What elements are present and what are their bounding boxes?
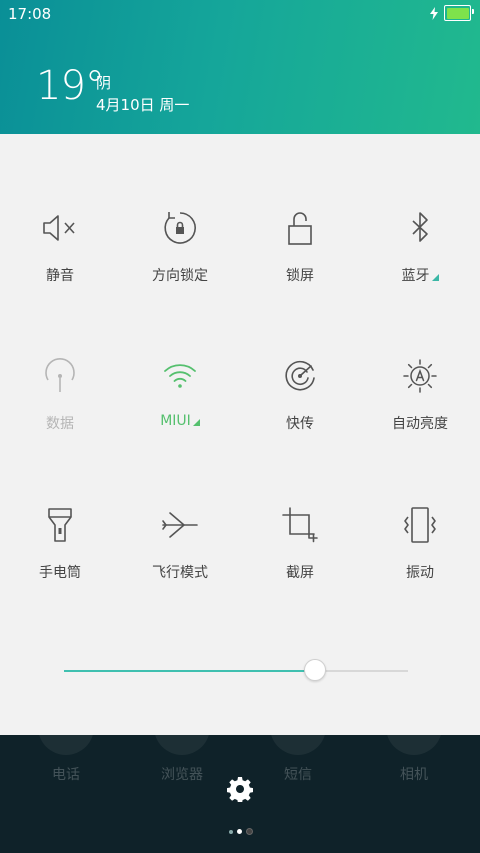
settings-gear-icon[interactable] bbox=[227, 776, 253, 802]
toggle-label: 锁屏 bbox=[286, 268, 314, 284]
toggle-label: 方向锁定 bbox=[152, 268, 208, 284]
phone-app-icon bbox=[38, 699, 94, 755]
brightness-slider-fill bbox=[64, 670, 316, 672]
toggle-bluetooth[interactable]: 蓝牙 bbox=[360, 208, 480, 318]
toggle-label: MIUI bbox=[160, 413, 200, 429]
toggle-screenshot[interactable]: 截屏 bbox=[240, 505, 360, 615]
quick-settings-panel: 静音 方向锁定 锁屏 蓝牙 数据 MIUI 快传 自动亮度 手电筒 飞行模式 截… bbox=[0, 134, 480, 735]
dock-app-label: 浏览器 bbox=[161, 767, 203, 783]
auto-brightness-icon bbox=[400, 356, 440, 396]
dock-app-label: 短信 bbox=[284, 767, 312, 783]
brightness-slider-thumb[interactable] bbox=[304, 659, 327, 681]
browser-app-icon bbox=[154, 699, 210, 755]
mobile-data-icon bbox=[40, 356, 80, 396]
screenshot-crop-icon bbox=[280, 505, 320, 545]
weather-date: 4月10日 周一 bbox=[96, 96, 190, 114]
toggle-label: 快传 bbox=[286, 416, 314, 432]
toggle-auto-brightness[interactable]: 自动亮度 bbox=[360, 356, 480, 466]
toggle-vibrate[interactable]: 振动 bbox=[360, 505, 480, 615]
dock-app-messages[interactable]: 短信 bbox=[238, 699, 358, 784]
bluetooth-icon bbox=[400, 208, 440, 248]
brightness-slider[interactable] bbox=[64, 659, 408, 681]
status-icons bbox=[430, 5, 474, 21]
dock-app-label: 电话 bbox=[52, 767, 80, 783]
more-options-indicator bbox=[431, 274, 439, 281]
toggle-label: 手电筒 bbox=[39, 565, 81, 581]
toggle-lock-screen[interactable]: 锁屏 bbox=[240, 208, 360, 318]
status-time: 17:08 bbox=[8, 5, 52, 23]
toggle-flashlight[interactable]: 手电筒 bbox=[0, 505, 120, 615]
toggle-mute[interactable]: 静音 bbox=[0, 208, 120, 318]
page-dot bbox=[229, 829, 233, 834]
dock-app-camera[interactable]: 相机 bbox=[354, 699, 474, 784]
messages-app-icon bbox=[270, 699, 326, 755]
toggle-label: 振动 bbox=[406, 565, 434, 581]
flashlight-icon bbox=[40, 505, 80, 545]
dock-app-browser[interactable]: 浏览器 bbox=[122, 699, 242, 784]
airplane-icon bbox=[160, 505, 200, 545]
toggle-rotation-lock[interactable]: 方向锁定 bbox=[120, 208, 240, 318]
page-dot-current bbox=[237, 829, 242, 834]
toggle-label: 飞行模式 bbox=[152, 565, 208, 581]
rotation-lock-icon bbox=[160, 208, 200, 248]
dock-app-label: 相机 bbox=[400, 767, 428, 783]
vibrate-icon bbox=[400, 505, 440, 545]
charging-bolt-icon bbox=[430, 6, 438, 20]
page-dot bbox=[246, 828, 253, 835]
more-options-indicator bbox=[192, 419, 200, 426]
camera-app-icon bbox=[386, 699, 442, 755]
toggle-mobile-data[interactable]: 数据 bbox=[0, 356, 120, 466]
toggle-label: 截屏 bbox=[286, 565, 314, 581]
toggle-label: 自动亮度 bbox=[392, 416, 448, 432]
quick-transfer-icon bbox=[280, 356, 320, 396]
weather-condition: 阴 bbox=[96, 74, 112, 92]
unlock-icon bbox=[280, 208, 320, 248]
dock-app-phone[interactable]: 电话 bbox=[6, 699, 126, 784]
toggle-label: 蓝牙 bbox=[402, 265, 439, 285]
toggle-airplane-mode[interactable]: 飞行模式 bbox=[120, 505, 240, 615]
toggle-quick-transfer[interactable]: 快传 bbox=[240, 356, 360, 466]
battery-icon bbox=[444, 5, 474, 21]
weather-temperature[interactable]: 19° bbox=[36, 63, 105, 109]
wifi-icon bbox=[160, 356, 200, 396]
toggle-label: 静音 bbox=[46, 268, 74, 284]
toggle-label: 数据 bbox=[46, 416, 74, 432]
toggle-wifi[interactable]: MIUI bbox=[120, 356, 240, 466]
page-indicator bbox=[229, 828, 253, 835]
notification-header: 17:08 19° 阴 4月10日 周一 bbox=[0, 0, 480, 134]
mute-icon bbox=[40, 208, 80, 248]
